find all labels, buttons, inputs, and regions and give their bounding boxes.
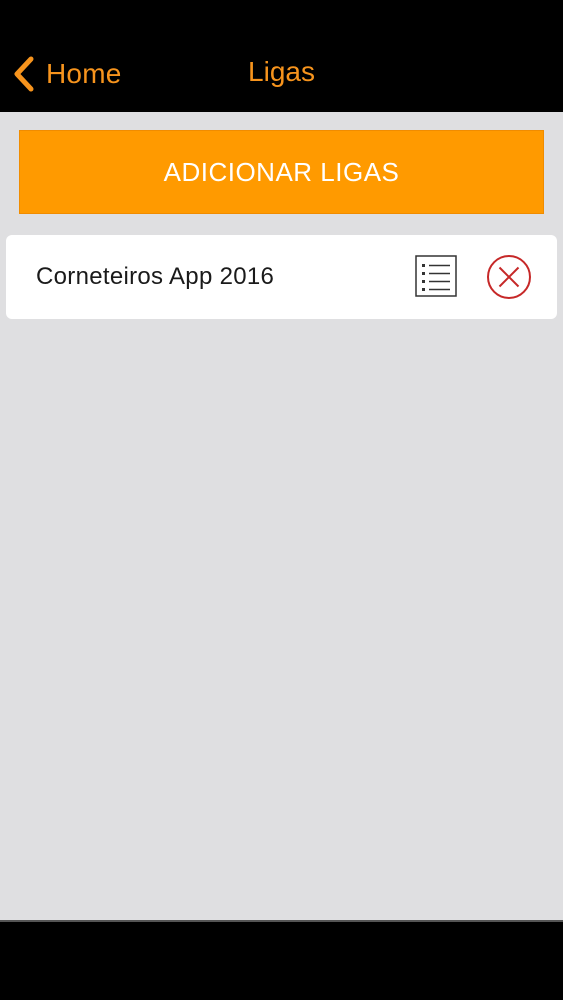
league-list-item[interactable]: Corneteiros App 2016 bbox=[6, 235, 557, 319]
add-leagues-button[interactable]: ADICIONAR LIGAS bbox=[19, 130, 544, 214]
navigation-bar: Home Ligas bbox=[0, 0, 563, 112]
league-name: Corneteiros App 2016 bbox=[36, 263, 275, 290]
list-icon[interactable] bbox=[415, 255, 457, 297]
app-screen: Home Ligas ADICIONAR LIGAS Corneteiros A… bbox=[0, 0, 563, 1000]
main-content: ADICIONAR LIGAS Corneteiros App 2016 bbox=[0, 112, 563, 920]
bottom-bar bbox=[0, 922, 563, 1000]
close-circle-icon[interactable] bbox=[486, 254, 532, 300]
page-title: Ligas bbox=[248, 56, 315, 87]
